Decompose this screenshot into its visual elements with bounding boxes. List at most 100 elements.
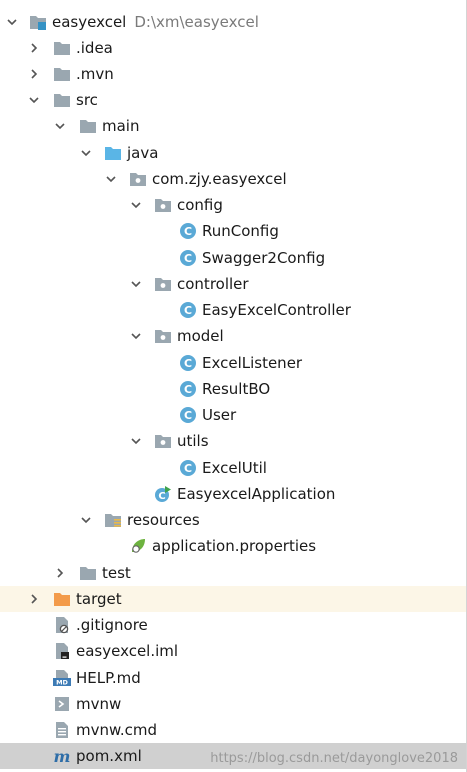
- folder-icon: [53, 91, 71, 109]
- iml-file-icon: [53, 642, 71, 660]
- class-icon: C: [179, 249, 197, 267]
- tree-item-label: HELP.md: [76, 669, 141, 687]
- text-file-icon: [53, 721, 71, 739]
- tree-row-mvn[interactable]: .mvn: [0, 61, 466, 87]
- tree-item-label: src: [76, 91, 98, 109]
- tree-row-runconfig[interactable]: C RunConfig: [0, 218, 466, 244]
- svg-text:C: C: [184, 357, 192, 370]
- chevron-down-icon[interactable]: [5, 15, 19, 29]
- folder-icon: [53, 65, 71, 83]
- tree-row-iml[interactable]: easyexcel.iml: [0, 638, 466, 664]
- tree-item-label: Swagger2Config: [202, 249, 326, 267]
- tree-item-label: .mvn: [76, 65, 114, 83]
- excluded-folder-icon: [53, 590, 71, 608]
- spring-properties-icon: [129, 537, 147, 555]
- tree-item-label: mvnw: [76, 695, 122, 713]
- tree-item-label: EasyexcelApplication: [177, 485, 336, 503]
- chevron-right-icon[interactable]: [27, 41, 41, 55]
- chevron-down-icon[interactable]: [104, 172, 118, 186]
- svg-text:C: C: [158, 491, 165, 502]
- class-icon: C: [179, 406, 197, 424]
- tree-item-label: target: [76, 590, 122, 608]
- tree-row-mvnw-cmd[interactable]: mvnw.cmd: [0, 717, 466, 743]
- package-icon: [154, 327, 172, 345]
- chevron-down-icon[interactable]: [129, 198, 143, 212]
- tree-row-idea[interactable]: .idea: [0, 35, 466, 61]
- svg-text:C: C: [184, 462, 192, 475]
- tree-item-label: resources: [127, 511, 200, 529]
- tree-item-label: easyexcel.iml: [76, 642, 179, 660]
- tree-item-label: test: [102, 564, 131, 582]
- tree-row-user[interactable]: C User: [0, 402, 466, 428]
- chevron-down-icon[interactable]: [129, 277, 143, 291]
- tree-item-label: ExcelListener: [202, 354, 303, 372]
- folder-icon: [79, 564, 97, 582]
- tree-row-swagger2config[interactable]: C Swagger2Config: [0, 245, 466, 271]
- markdown-file-icon: MD: [53, 669, 71, 687]
- tree-item-label: ExcelUtil: [202, 459, 267, 477]
- project-tree: easyexcel D:\xm\easyexcel .idea .mvn src …: [0, 0, 467, 772]
- tree-item-label: java: [127, 144, 159, 162]
- module-folder-icon: [29, 13, 47, 31]
- tree-row-controller[interactable]: controller: [0, 271, 466, 297]
- class-icon: C: [179, 354, 197, 372]
- tree-item-label: RunConfig: [202, 222, 279, 240]
- tree-row-package-root[interactable]: com.zjy.easyexcel: [0, 166, 466, 192]
- chevron-down-icon[interactable]: [53, 119, 67, 133]
- shell-script-icon: [53, 695, 71, 713]
- tree-row-config[interactable]: config: [0, 192, 466, 218]
- tree-row-java[interactable]: java: [0, 140, 466, 166]
- chevron-right-icon[interactable]: [27, 592, 41, 606]
- tree-row-easyexcelapplication[interactable]: C EasyexcelApplication: [0, 481, 466, 507]
- resources-folder-icon: [104, 511, 122, 529]
- maven-icon: m: [53, 747, 71, 765]
- class-icon: C: [179, 459, 197, 477]
- svg-text:C: C: [184, 252, 192, 265]
- tree-row-utils[interactable]: utils: [0, 428, 466, 454]
- svg-text:m: m: [54, 747, 71, 765]
- tree-row-excellistener[interactable]: C ExcelListener: [0, 350, 466, 376]
- tree-item-label: com.zjy.easyexcel: [152, 170, 287, 188]
- tree-item-label: mvnw.cmd: [76, 721, 158, 739]
- tree-row-src[interactable]: src: [0, 87, 466, 113]
- chevron-right-icon[interactable]: [53, 566, 67, 580]
- tree-row-application-properties[interactable]: application.properties: [0, 533, 466, 559]
- folder-icon: [53, 39, 71, 57]
- chevron-right-icon[interactable]: [27, 67, 41, 81]
- tree-row-model[interactable]: model: [0, 323, 466, 349]
- package-icon: [154, 432, 172, 450]
- spring-boot-class-icon: C: [154, 485, 172, 503]
- chevron-down-icon[interactable]: [79, 146, 93, 160]
- class-icon: C: [179, 222, 197, 240]
- watermark-text: https://blog.csdn.net/dayonglove2018: [210, 751, 458, 766]
- chevron-down-icon[interactable]: [129, 329, 143, 343]
- tree-row-excelutil[interactable]: C ExcelUtil: [0, 455, 466, 481]
- tree-row-mvnw[interactable]: mvnw: [0, 691, 466, 717]
- tree-item-label: model: [177, 327, 224, 345]
- tree-item-label: pom.xml: [76, 747, 142, 765]
- source-folder-icon: [104, 144, 122, 162]
- root-label: easyexcel: [52, 13, 127, 31]
- class-icon: C: [179, 380, 197, 398]
- package-icon: [154, 275, 172, 293]
- tree-row-resultbo[interactable]: C ResultBO: [0, 376, 466, 402]
- tree-row-easyexcelcontroller[interactable]: C EasyExcelController: [0, 297, 466, 323]
- chevron-down-icon[interactable]: [129, 434, 143, 448]
- chevron-down-icon[interactable]: [27, 93, 41, 107]
- tree-row-gitignore[interactable]: .gitignore: [0, 612, 466, 638]
- class-icon: C: [179, 301, 197, 319]
- tree-row-help-md[interactable]: MD HELP.md: [0, 665, 466, 691]
- tree-row-test[interactable]: test: [0, 560, 466, 586]
- ignore-file-icon: [53, 616, 71, 634]
- tree-item-label: main: [102, 117, 140, 135]
- chevron-down-icon[interactable]: [79, 513, 93, 527]
- tree-item-label: .idea: [76, 39, 113, 57]
- folder-icon: [79, 117, 97, 135]
- tree-item-label: controller: [177, 275, 249, 293]
- svg-text:C: C: [184, 304, 192, 317]
- tree-row-main[interactable]: main: [0, 113, 466, 139]
- tree-row-resources[interactable]: resources: [0, 507, 466, 533]
- tree-row-root[interactable]: easyexcel D:\xm\easyexcel: [0, 9, 466, 35]
- tree-row-target[interactable]: target: [0, 586, 466, 612]
- tree-item-label: config: [177, 196, 223, 214]
